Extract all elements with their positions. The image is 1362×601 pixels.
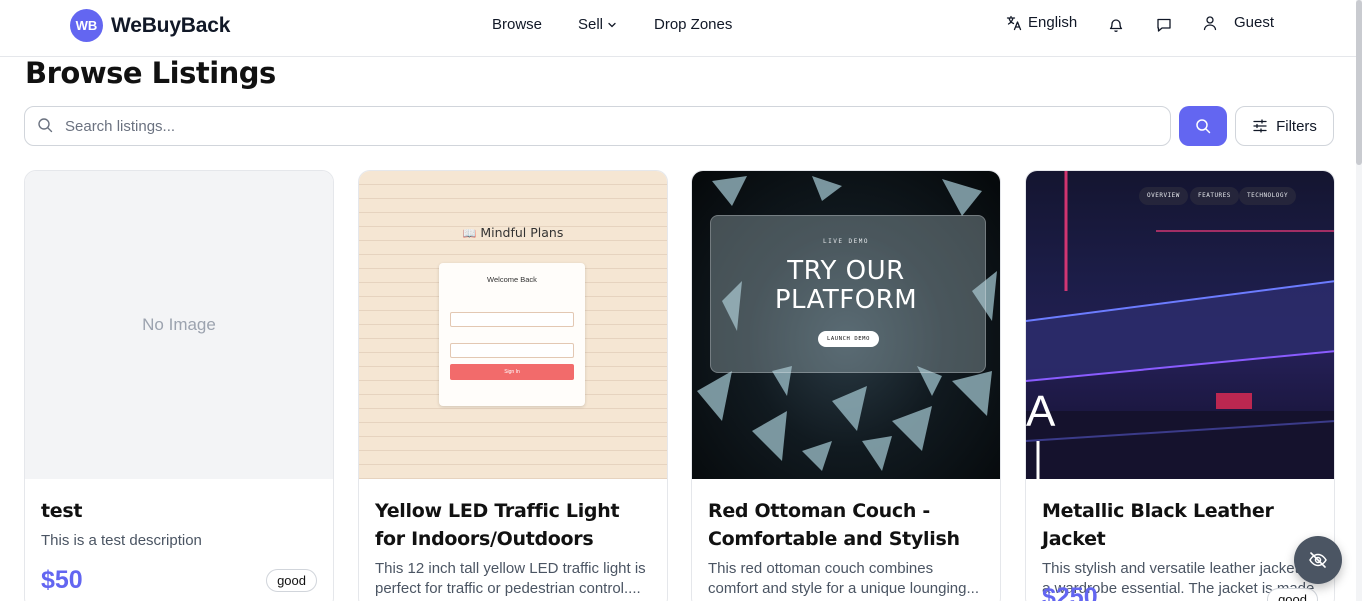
no-image-placeholder: No Image <box>25 171 333 479</box>
listing-body: Metallic Black Leather Jacket This styli… <box>1042 479 1318 601</box>
image-password-field <box>450 343 574 358</box>
listing-title: Red Ottoman Couch - Comfortable and Styl… <box>708 500 960 550</box>
listing-body: test This is a test description $50 good <box>41 479 317 594</box>
brand-name: WeBuyBack <box>111 13 231 37</box>
translate-icon <box>1006 15 1022 31</box>
listing-title: test <box>41 500 83 522</box>
listing-title: Metallic Black Leather Jacket <box>1042 500 1274 550</box>
listing-description: This 12 inch tall yellow LED traffic lig… <box>375 560 646 597</box>
brand-logo: WB <box>70 9 103 42</box>
search-button[interactable] <box>1179 106 1227 146</box>
nav-sell-label: Sell <box>578 16 604 33</box>
filters-icon <box>1252 118 1268 134</box>
eye-off-icon <box>1308 550 1328 570</box>
language-selector[interactable]: English <box>1006 14 1077 31</box>
scene-pill: TECHNOLOGY <box>1239 187 1297 205</box>
nav-browse-label: Browse <box>492 16 543 33</box>
scene-pill: FEATURES <box>1190 187 1239 205</box>
search-bar <box>24 106 1171 146</box>
listing-body: Yellow LED Traffic Light for Indoors/Out… <box>375 479 651 599</box>
futuristic-scene-image: OVERVIEW FEATURES TECHNOLOGY A <box>1026 171 1334 479</box>
listing-card[interactable]: 📖 Mindful Plans Welcome Back Sign In Yel… <box>358 170 668 601</box>
search-icon <box>37 117 55 135</box>
listing-description: This red ottoman couch combines comfort … <box>708 560 979 597</box>
language-label: English <box>1028 14 1078 31</box>
listing-card[interactable]: No Image test This is a test description… <box>24 170 334 601</box>
image-email-field <box>450 312 574 327</box>
condition-badge: good <box>266 569 317 592</box>
promo-headline-line-1: TRY OUR <box>787 256 905 286</box>
brand-home-link[interactable]: WB WeBuyBack <box>70 9 230 42</box>
listing-price: $50 <box>41 566 83 594</box>
listing-card[interactable]: OVERVIEW FEATURES TECHNOLOGY A Metallic … <box>1025 170 1335 601</box>
scrollbar-thumb[interactable] <box>1356 0 1362 165</box>
nav-drop-zones-label: Drop Zones <box>654 16 733 33</box>
promo-headline-line-2: PLATFORM <box>774 285 918 315</box>
user-label: Guest <box>1234 14 1275 31</box>
messages-button[interactable] <box>1153 14 1175 36</box>
notifications-button[interactable] <box>1105 14 1127 36</box>
listing-title: Yellow LED Traffic Light for Indoors/Out… <box>375 500 620 550</box>
listing-body: Red Ottoman Couch - Comfortable and Styl… <box>708 479 984 599</box>
image-signin-button: Sign In <box>450 364 574 380</box>
chat-icon <box>1156 17 1172 33</box>
bell-icon <box>1108 17 1124 33</box>
listing-price: $250 <box>1042 583 1098 601</box>
image-login-heading: Welcome Back <box>487 275 537 284</box>
try-platform-image: LIVE DEMO TRY OUR PLATFORM LAUNCH DEMO <box>692 171 1000 479</box>
page-scrollbar[interactable] <box>1356 0 1362 601</box>
image-app-title-text: Mindful Plans <box>480 225 564 240</box>
listing-image: LIVE DEMO TRY OUR PLATFORM LAUNCH DEMO <box>692 171 1000 479</box>
mindful-plans-screenshot: 📖 Mindful Plans Welcome Back Sign In <box>359 171 667 479</box>
promo-launch-button: LAUNCH DEMO <box>818 331 879 347</box>
promo-kicker: LIVE DEMO <box>822 238 869 245</box>
nav-drop-zones[interactable]: Drop Zones <box>654 16 732 33</box>
condition-badge: good <box>1267 588 1318 601</box>
listing-image: OVERVIEW FEATURES TECHNOLOGY A <box>1026 171 1334 479</box>
listing-description: This is a test description <box>41 532 202 549</box>
filters-label: Filters <box>1276 117 1317 135</box>
navbar: WB WeBuyBack Browse Sell Drop Zones Engl… <box>0 0 1356 57</box>
scene-graphic <box>1026 171 1334 479</box>
filters-button[interactable]: Filters <box>1235 106 1334 146</box>
listing-image: No Image <box>25 171 333 479</box>
image-login-card: Welcome Back Sign In <box>439 263 585 406</box>
listing-image: 📖 Mindful Plans Welcome Back Sign In <box>359 171 667 479</box>
chevron-down-icon <box>607 20 617 30</box>
search-icon <box>1195 118 1211 134</box>
book-icon: 📖 <box>462 227 477 240</box>
promo-headline: TRY OUR PLATFORM <box>692 257 1000 315</box>
listing-card[interactable]: LIVE DEMO TRY OUR PLATFORM LAUNCH DEMO R… <box>691 170 1001 601</box>
user-menu[interactable]: Guest <box>1202 14 1274 31</box>
nav-browse[interactable]: Browse <box>492 16 542 33</box>
nav-sell-dropdown[interactable]: Sell <box>578 16 617 33</box>
scene-letter: A <box>1026 387 1056 436</box>
scene-pill: OVERVIEW <box>1139 187 1188 205</box>
visibility-toggle-button[interactable] <box>1294 536 1342 584</box>
image-app-title: 📖 Mindful Plans <box>359 225 667 240</box>
page-title: Browse Listings <box>25 56 276 90</box>
user-icon <box>1202 15 1218 31</box>
page: WB WeBuyBack Browse Sell Drop Zones Engl… <box>0 0 1362 601</box>
search-input[interactable] <box>65 117 1145 135</box>
